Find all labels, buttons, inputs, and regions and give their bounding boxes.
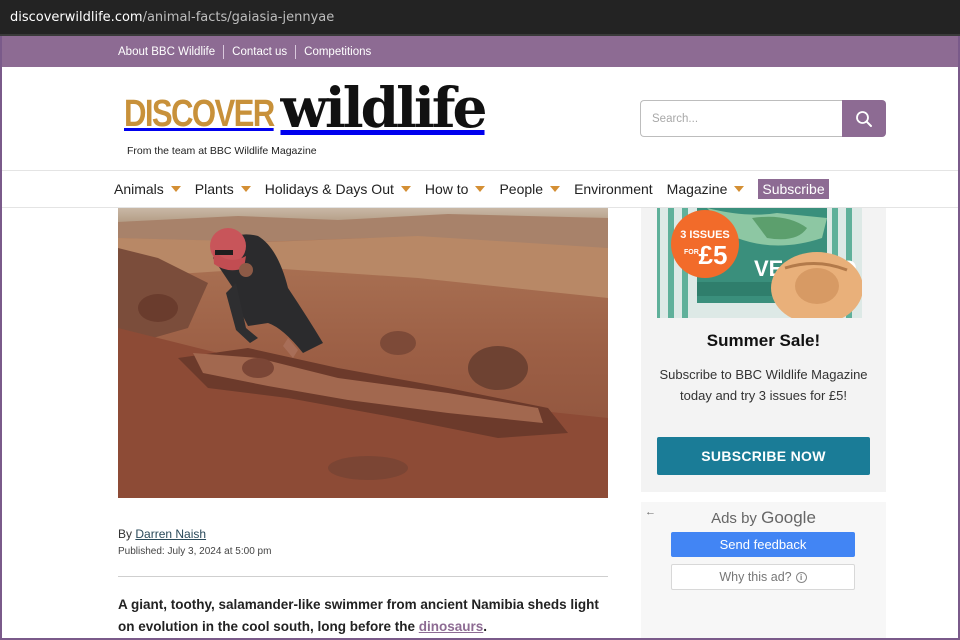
send-feedback-button[interactable]: Send feedback (671, 532, 855, 557)
caret-down-icon (170, 186, 181, 192)
search-button[interactable] (842, 100, 886, 137)
browser-address-bar[interactable]: discoverwildlife.com/animal-facts/gaiasi… (0, 0, 960, 36)
promo-title: Summer Sale! (706, 331, 821, 350)
about-link[interactable]: About BBC Wildlife (118, 46, 215, 58)
nav-item-holidays[interactable]: Holidays & Days Out (265, 181, 411, 197)
nav-label: Plants (194, 181, 234, 197)
nav-item-people[interactable]: People (499, 181, 561, 197)
ads-by-google-label: Ads by Google (641, 508, 886, 528)
nav-label: Magazine (666, 181, 728, 197)
nav-label: Environment (574, 181, 653, 197)
magazine-cover-image[interactable]: VE THE O 3 ISSUES FOR £5 (657, 208, 862, 318)
why-this-ad-label: Why this ad? (719, 570, 792, 584)
author-link[interactable]: Darren Naish (135, 527, 206, 541)
lede-end: . (483, 619, 488, 634)
nav-subscribe-button[interactable]: Subscribe (758, 179, 829, 199)
competitions-link[interactable]: Competitions (304, 46, 371, 58)
url-host: discoverwildlife.com (10, 10, 143, 25)
nav-item-plants[interactable]: Plants (195, 181, 251, 197)
logo-wildlife: wildlife (280, 75, 487, 140)
desert-fossil-photo (118, 208, 608, 498)
info-icon: i (795, 571, 807, 583)
search-input[interactable] (640, 100, 842, 137)
subscribe-now-button[interactable]: SUBSCRIBE NOW (657, 437, 870, 475)
site-tagline: From the team at BBC Wildlife Magazine (127, 145, 317, 157)
nav-list: Animals Plants Holidays & Days Out How t… (114, 171, 829, 207)
caret-down-icon (734, 186, 745, 192)
nav-item-animals[interactable]: Animals (114, 181, 181, 197)
lede-text: A giant, toothy, salamander-like swimmer… (118, 597, 599, 634)
badge-price: £5 (699, 240, 728, 270)
byline-prefix: By (118, 527, 133, 541)
badge-for: FOR (684, 249, 699, 256)
magazine-cover-art: VE THE O 3 ISSUES FOR £5 (657, 208, 862, 318)
utility-bar: About BBC Wildlife Contact us Competitio… (0, 36, 960, 67)
google-ad-feedback: ← Ads by Google Send feedback Why this a… (641, 502, 886, 638)
url-path: /animal-facts/gaiasia-jennyae (142, 10, 335, 25)
site-logo[interactable]: DISCOVER wildlife (124, 75, 488, 140)
caret-down-icon (400, 186, 411, 192)
nav-label: Animals (114, 181, 164, 197)
caret-down-icon (240, 186, 251, 192)
nav-label: Holidays & Days Out (264, 181, 394, 197)
promo-text: Subscribe to BBC Wildlife Magazine today… (659, 367, 868, 403)
nav-label: People (499, 181, 544, 197)
main-navigation: Animals Plants Holidays & Days Out How t… (0, 170, 960, 208)
dinosaurs-link[interactable]: dinosaurs (419, 619, 484, 634)
subscription-promo: VE THE O 3 ISSUES FOR £5 Summer Sale! Su… (641, 208, 886, 492)
article-divider (118, 576, 608, 577)
article-byline: By Darren Naish (118, 527, 206, 541)
why-this-ad-button[interactable]: Why this ad? i (671, 564, 855, 590)
utility-links: About BBC Wildlife Contact us Competitio… (118, 36, 371, 67)
nav-item-magazine[interactable]: Magazine (667, 181, 745, 197)
nav-label: How to (424, 181, 469, 197)
divider (223, 44, 225, 59)
google-wordmark: Google (761, 508, 816, 527)
contact-link[interactable]: Contact us (232, 46, 287, 58)
search-form (640, 100, 886, 137)
article-lede: A giant, toothy, salamander-like swimmer… (118, 594, 608, 638)
published-date: Published: July 3, 2024 at 5:00 pm (118, 546, 272, 557)
divider (295, 44, 297, 59)
article-hero-image (118, 208, 608, 498)
nav-item-how-to[interactable]: How to (425, 181, 486, 197)
magnifier-icon (856, 110, 872, 127)
site-header: DISCOVER wildlife From the team at BBC W… (0, 67, 960, 170)
ads-by-text: Ads by (711, 510, 757, 527)
nav-item-environment[interactable]: Environment (574, 181, 653, 197)
logo-discover: DISCOVER (124, 93, 275, 135)
caret-down-icon (550, 186, 561, 192)
caret-down-icon (475, 186, 486, 192)
